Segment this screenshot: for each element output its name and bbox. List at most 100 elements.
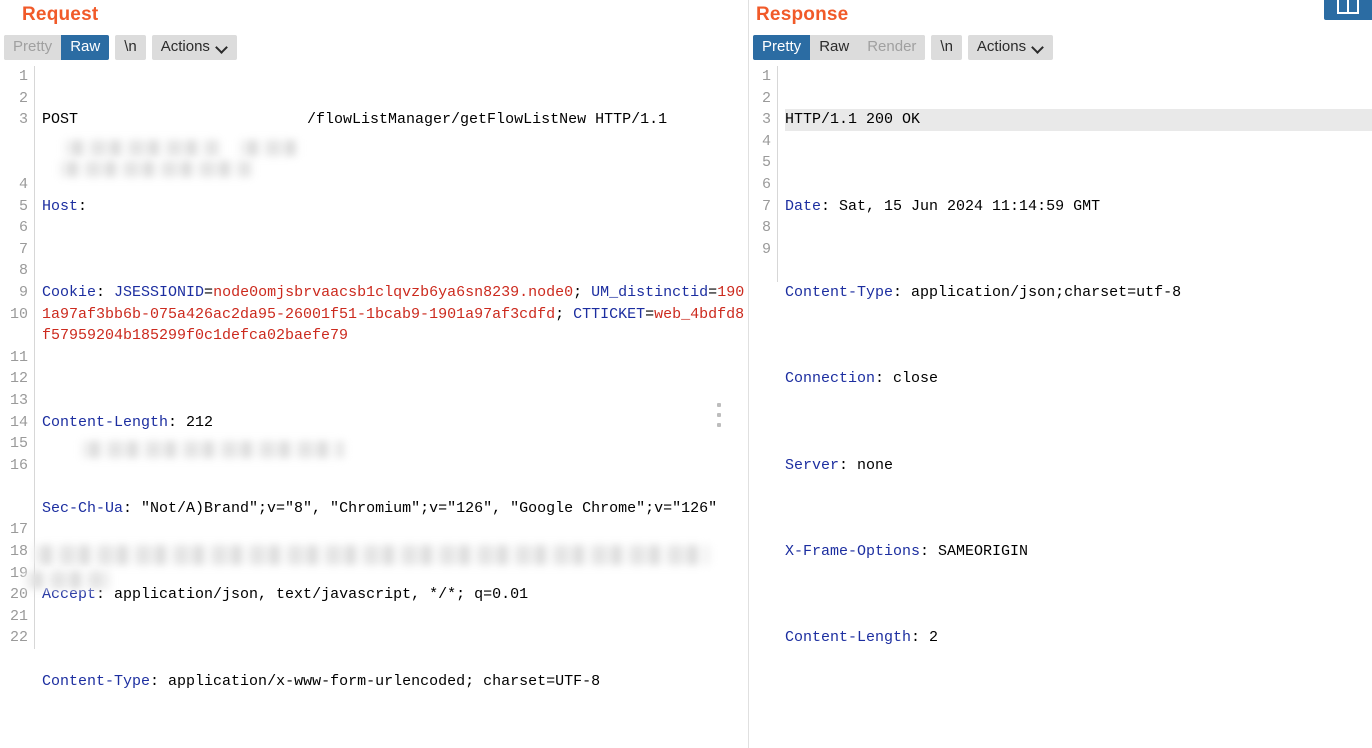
chevron-down-icon bbox=[217, 43, 228, 50]
line-number: 9 bbox=[18, 283, 28, 301]
request-panel-title: Request bbox=[22, 4, 99, 25]
line-number: 3 bbox=[761, 111, 771, 129]
response-line-7: Content-Length: 2 bbox=[785, 629, 939, 647]
split-view-icon[interactable] bbox=[1324, 0, 1372, 20]
request-panel: Request Pretty Raw \n Actions 1 2 3 4 5 … bbox=[0, 0, 749, 748]
vertical-drag-handle-icon[interactable] bbox=[715, 403, 723, 427]
response-panel-title: Response bbox=[756, 4, 849, 25]
line-number: 1 bbox=[761, 68, 771, 85]
response-header-value-server: none bbox=[857, 456, 894, 474]
line-number: 7 bbox=[18, 240, 28, 258]
response-view-tabs: Pretty Raw Render bbox=[753, 34, 926, 60]
response-status-line: HTTP/1.1 200 OK bbox=[785, 109, 1372, 131]
request-line-2: Host: bbox=[42, 197, 97, 215]
line-number: 22 bbox=[9, 629, 28, 647]
line-number: 15 bbox=[9, 435, 28, 453]
response-line-2: Date: Sat, 15 Jun 2024 11:14:59 GMT bbox=[785, 197, 1101, 215]
response-header-value-date: Sat, 15 Jun 2024 11:14:59 GMT bbox=[839, 197, 1101, 215]
request-actions-label: Actions bbox=[160, 37, 210, 55]
cookie-sep-2: ; bbox=[555, 305, 574, 323]
request-actions-button[interactable]: Actions bbox=[151, 34, 237, 60]
response-header-name-date: Date bbox=[785, 197, 822, 215]
header-value-accept: application/json, text/javascript, */*; … bbox=[114, 586, 529, 604]
response-line-numbers: 1 2 3 4 5 6 7 8 9 bbox=[749, 66, 778, 282]
request-protocol: HTTP/1.1 bbox=[595, 111, 668, 129]
response-tab-newline[interactable]: \n bbox=[931, 34, 962, 60]
line-number: 14 bbox=[9, 413, 28, 431]
header-name-accept: Accept bbox=[42, 586, 97, 604]
header-name-content-length: Content-Length bbox=[42, 413, 169, 431]
header-value-sec-ch-ua: "Not/A)Brand";v="8", "Chromium";v="126",… bbox=[141, 499, 718, 517]
request-line-6: Accept: application/json, text/javascrip… bbox=[42, 586, 529, 604]
response-line-5: Server: none bbox=[785, 456, 894, 474]
line-number: 7 bbox=[761, 197, 771, 215]
request-tab-raw[interactable]: Raw bbox=[61, 34, 110, 60]
response-line-4: Connection: close bbox=[785, 370, 939, 388]
header-value-content-length: 212 bbox=[186, 413, 214, 431]
line-number: 6 bbox=[761, 175, 771, 193]
header-value-content-type: application/x-www-form-urlencoded; chars… bbox=[168, 672, 601, 690]
line-number: 13 bbox=[9, 391, 28, 409]
line-number: 10 bbox=[9, 305, 28, 323]
response-line-6: X-Frame-Options: SAMEORIGIN bbox=[785, 543, 1029, 561]
response-tab-render[interactable]: Render bbox=[858, 34, 926, 60]
cookie-sep-1: ; bbox=[573, 283, 592, 301]
line-number: 3 bbox=[18, 111, 28, 129]
response-header-value-x-frame-options: SAMEORIGIN bbox=[938, 543, 1029, 561]
header-name-host: Host bbox=[42, 197, 79, 215]
request-line-5: Sec-Ch-Ua: "Not/A)Brand";v="8", "Chromiu… bbox=[42, 499, 718, 517]
header-name-sec-ch-ua: Sec-Ch-Ua bbox=[42, 499, 124, 517]
line-number: 8 bbox=[18, 262, 28, 280]
request-toolbar: Pretty Raw \n Actions bbox=[0, 28, 749, 66]
line-number: 6 bbox=[18, 219, 28, 237]
response-header-value-content-type: application/json;charset=utf-8 bbox=[911, 283, 1182, 301]
response-actions-label: Actions bbox=[976, 37, 1027, 55]
response-header-name-content-type: Content-Type bbox=[785, 283, 894, 301]
line-number: 4 bbox=[761, 132, 771, 150]
line-number: 2 bbox=[761, 89, 771, 107]
response-line-8-blank bbox=[785, 714, 1372, 736]
request-tab-newline[interactable]: \n bbox=[115, 34, 146, 60]
line-number: 19 bbox=[9, 564, 28, 582]
line-number: 8 bbox=[761, 219, 771, 237]
response-tab-raw[interactable]: Raw bbox=[810, 34, 859, 60]
line-number: 2 bbox=[18, 89, 28, 107]
request-line-1: POST /flowListManager/getFlowListNew HTT… bbox=[42, 109, 749, 131]
header-name-content-type: Content-Type bbox=[42, 672, 151, 690]
request-line-3: Cookie: JSESSIONID=node0omjsbrvaacsb1clq… bbox=[42, 283, 745, 345]
response-toolbar: Pretty Raw Render \n Actions bbox=[749, 28, 1372, 66]
response-header-value-content-length: 2 bbox=[929, 629, 939, 647]
line-number: 9 bbox=[761, 240, 771, 258]
cookie-name-jsessionid: JSESSIONID bbox=[114, 283, 205, 301]
request-code[interactable]: POST /flowListManager/getFlowListNew HTT… bbox=[35, 66, 749, 748]
line-number: 17 bbox=[9, 521, 28, 539]
request-line-4: Content-Length: 212 bbox=[42, 413, 214, 431]
response-tab-pretty[interactable]: Pretty bbox=[753, 34, 811, 60]
response-header-name-connection: Connection bbox=[785, 370, 876, 388]
line-number: 18 bbox=[9, 543, 28, 561]
line-number: 1 bbox=[18, 68, 28, 85]
response-header-name-server: Server bbox=[785, 456, 840, 474]
response-header-value-connection: close bbox=[893, 370, 939, 388]
response-line-3: Content-Type: application/json;charset=u… bbox=[785, 283, 1182, 301]
cookie-name-um-distinctid: UM_distinctid bbox=[591, 283, 709, 301]
response-editor[interactable]: 1 2 3 4 5 6 7 8 9 HTTP/1.1 200 OK Date: … bbox=[749, 66, 1372, 748]
line-number: 5 bbox=[761, 154, 771, 172]
request-view-tabs: Pretty Raw bbox=[4, 34, 110, 60]
request-line-7: Content-Type: application/x-www-form-url… bbox=[42, 672, 601, 690]
cookie-value-jsessionid: node0omjsbrvaacsb1clqvzb6ya6sn8239.node0 bbox=[213, 283, 574, 301]
burp-request-response-viewer: Request Pretty Raw \n Actions 1 2 3 4 5 … bbox=[0, 0, 1372, 748]
response-code[interactable]: HTTP/1.1 200 OK Date: Sat, 15 Jun 2024 1… bbox=[778, 66, 1372, 748]
line-number: 12 bbox=[9, 370, 28, 388]
response-header-name-x-frame-options: X-Frame-Options bbox=[785, 543, 921, 561]
line-number: 4 bbox=[18, 175, 28, 193]
request-tab-pretty[interactable]: Pretty bbox=[4, 34, 62, 60]
request-method: POST bbox=[42, 111, 79, 129]
header-name-cookie: Cookie bbox=[42, 283, 97, 301]
response-actions-button[interactable]: Actions bbox=[967, 34, 1054, 60]
request-editor[interactable]: 1 2 3 4 5 6 7 8 9 10 11 12 13 14 15 16 1… bbox=[0, 66, 749, 748]
line-number: 16 bbox=[9, 456, 28, 474]
response-header-name-content-length: Content-Length bbox=[785, 629, 912, 647]
line-number: 11 bbox=[9, 348, 28, 366]
request-path: /flowListManager/getFlowListNew bbox=[307, 111, 587, 129]
